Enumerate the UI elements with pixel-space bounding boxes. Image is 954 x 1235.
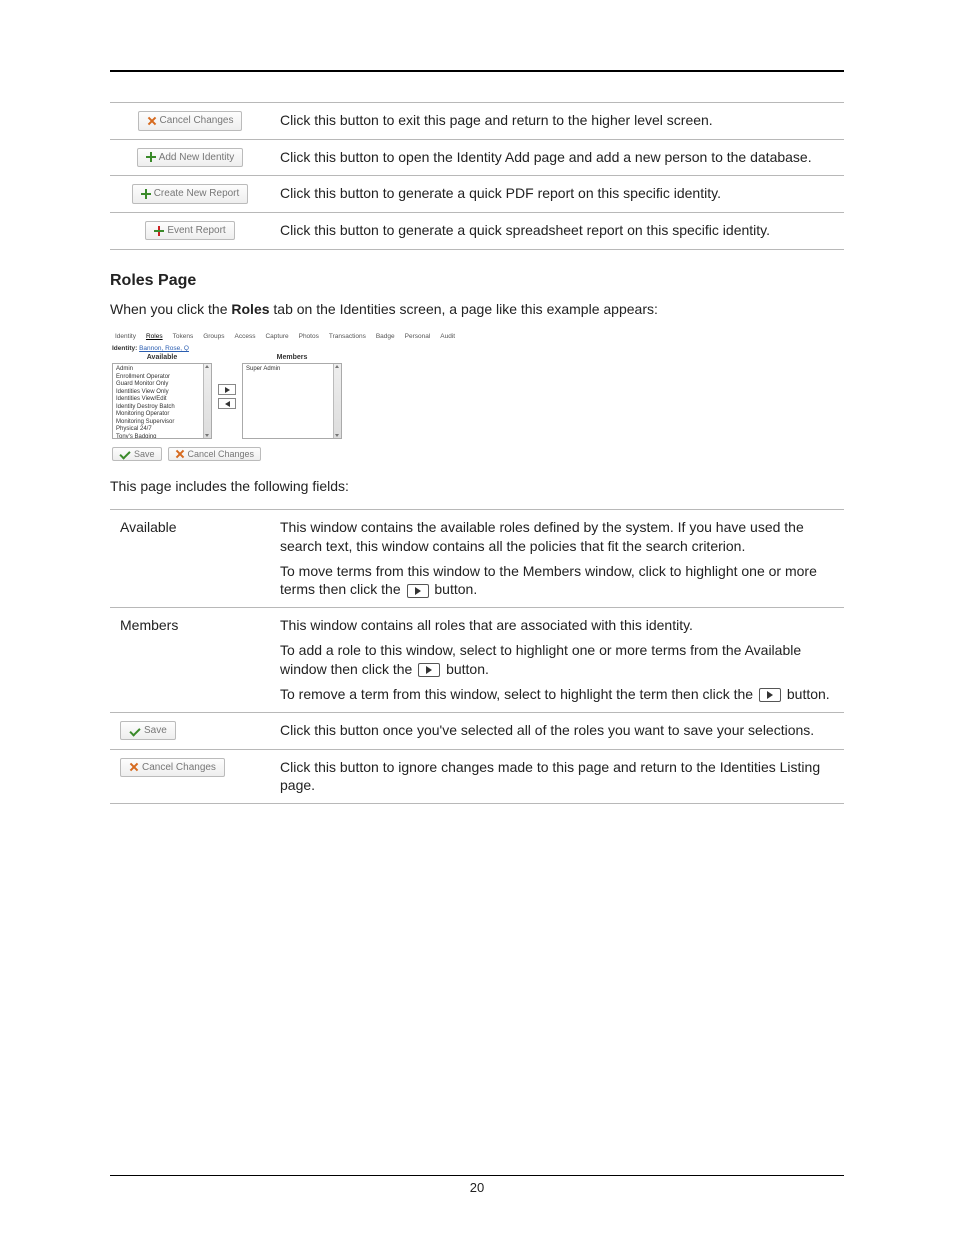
desc-paragraph: This window contains the available roles… [280,518,834,556]
members-listbox[interactable]: Super Admin [242,363,342,439]
field-label: Available [110,509,270,608]
fields-reference-table: Available This window contains the availa… [110,509,844,805]
desc-paragraph: To move terms from this window to the Me… [280,562,834,600]
button-label: Add New Identity [159,151,235,165]
button-label: Cancel Changes [160,114,234,128]
roles-screenshot: IdentityRolesTokensGroupsAccessCapturePh… [110,331,430,463]
tab-tokens[interactable]: Tokens [168,331,199,342]
tab-audit[interactable]: Audit [435,331,460,342]
tab-roles[interactable]: Roles [141,331,168,342]
list-item[interactable]: Enrollment Operator [116,374,208,382]
list-item[interactable]: Physical 24/7 [116,426,208,434]
list-item[interactable]: Guard Monitor Only [116,381,208,389]
transfer-buttons [218,354,236,439]
intro-post: tab on the Identities screen, a page lik… [270,301,658,317]
intro-pre: When you click the [110,301,231,317]
list-item[interactable]: Identities View Only [116,389,208,397]
tab-access[interactable]: Access [230,331,261,342]
button-label: Cancel Changes [142,761,216,775]
plus-icon [141,189,151,199]
shot-cancel-label: Cancel Changes [188,449,255,459]
tab-groups[interactable]: Groups [198,331,229,342]
tab-capture[interactable]: Capture [260,331,293,342]
button-description: Click this button to generate a quick PD… [270,176,844,213]
close-icon [175,449,185,459]
tab-photos[interactable]: Photos [294,331,324,342]
shot-cancel-button[interactable]: Cancel Changes [168,447,262,461]
button-description: Click this button to generate a quick sp… [270,212,844,249]
plus-icon [154,226,164,236]
identity-line: Identity: Bannon, Rose, Q [110,342,430,354]
arrow-right-button-icon [759,688,781,702]
section-intro: When you click the Roles tab on the Iden… [110,300,844,320]
desc-paragraph: Click this button once you've selected a… [280,721,834,740]
event-report-button[interactable]: Event Report [145,221,234,241]
section-heading: Roles Page [110,272,844,290]
button-label: Create New Report [154,187,240,201]
shot-save-label: Save [134,449,155,459]
move-right-button[interactable] [218,384,236,395]
available-listbox[interactable]: AdminEnrollment OperatorGuard Monitor On… [112,363,212,439]
desc-paragraph: Click this button to ignore changes made… [280,758,834,796]
list-item[interactable]: Super Admin [246,366,338,374]
tab-personal[interactable]: Personal [400,331,436,342]
intro-bold: Roles [231,301,269,317]
close-icon [147,116,157,126]
desc-paragraph: To remove a term from this window, selec… [280,685,834,704]
desc-paragraph: This window contains all roles that are … [280,616,834,635]
tab-badge[interactable]: Badge [371,331,400,342]
list-item[interactable]: Monitoring Supervisor [116,419,208,427]
desc-paragraph: To add a role to this window, select to … [280,641,834,679]
arrow-right-button-icon [418,663,440,677]
field-description: This window contains all roles that are … [270,608,844,713]
shot-save-button[interactable]: Save [112,447,162,461]
field-label: Members [110,608,270,713]
cancel-changes-button[interactable]: Cancel Changes [138,111,243,131]
buttons-reference-table: Cancel Changes Click this button to exit … [110,102,844,250]
list-item[interactable]: Admin [116,366,208,374]
shot-tabs: IdentityRolesTokensGroupsAccessCapturePh… [110,331,430,342]
page-top-rule [110,70,844,72]
list-item[interactable]: Identity Destroy Batch [116,404,208,412]
cancel-changes-button[interactable]: Cancel Changes [120,758,225,778]
list-item[interactable]: Monitoring Operator [116,411,208,419]
button-description: Click this button to exit this page and … [270,103,844,140]
page-number: 20 [110,1180,844,1195]
scrollbar[interactable] [333,364,341,438]
move-left-button[interactable] [218,398,236,409]
list-item[interactable]: Identities View/Edit [116,396,208,404]
button-description: Click this button to open the Identity A… [270,139,844,176]
check-icon [129,726,141,736]
add-new-identity-button[interactable]: Add New Identity [137,148,244,168]
create-new-report-button[interactable]: Create New Report [132,184,249,204]
identity-label: Identity: [112,345,137,352]
save-button[interactable]: Save [120,721,176,741]
plus-icon [146,152,156,162]
check-icon [119,449,131,459]
field-description: Click this button once you've selected a… [270,712,844,749]
button-label: Event Report [167,224,225,238]
tab-identity[interactable]: Identity [110,331,141,342]
identity-name-link[interactable]: Bannon, Rose, Q [139,345,189,352]
available-column: Available AdminEnrollment OperatorGuard … [112,354,212,439]
field-description: This window contains the available roles… [270,509,844,608]
close-icon [129,762,139,772]
field-description: Click this button to ignore changes made… [270,749,844,804]
tab-transactions[interactable]: Transactions [324,331,371,342]
page-footer: 20 [110,1175,844,1195]
arrow-right-button-icon [407,584,429,598]
available-header: Available [112,354,212,363]
members-column: Members Super Admin [242,354,342,439]
list-item[interactable]: Tony's Badging [116,434,208,440]
members-header: Members [242,354,342,363]
scrollbar[interactable] [203,364,211,438]
button-label: Save [144,724,167,738]
after-shot-text: This page includes the following fields: [110,477,844,497]
